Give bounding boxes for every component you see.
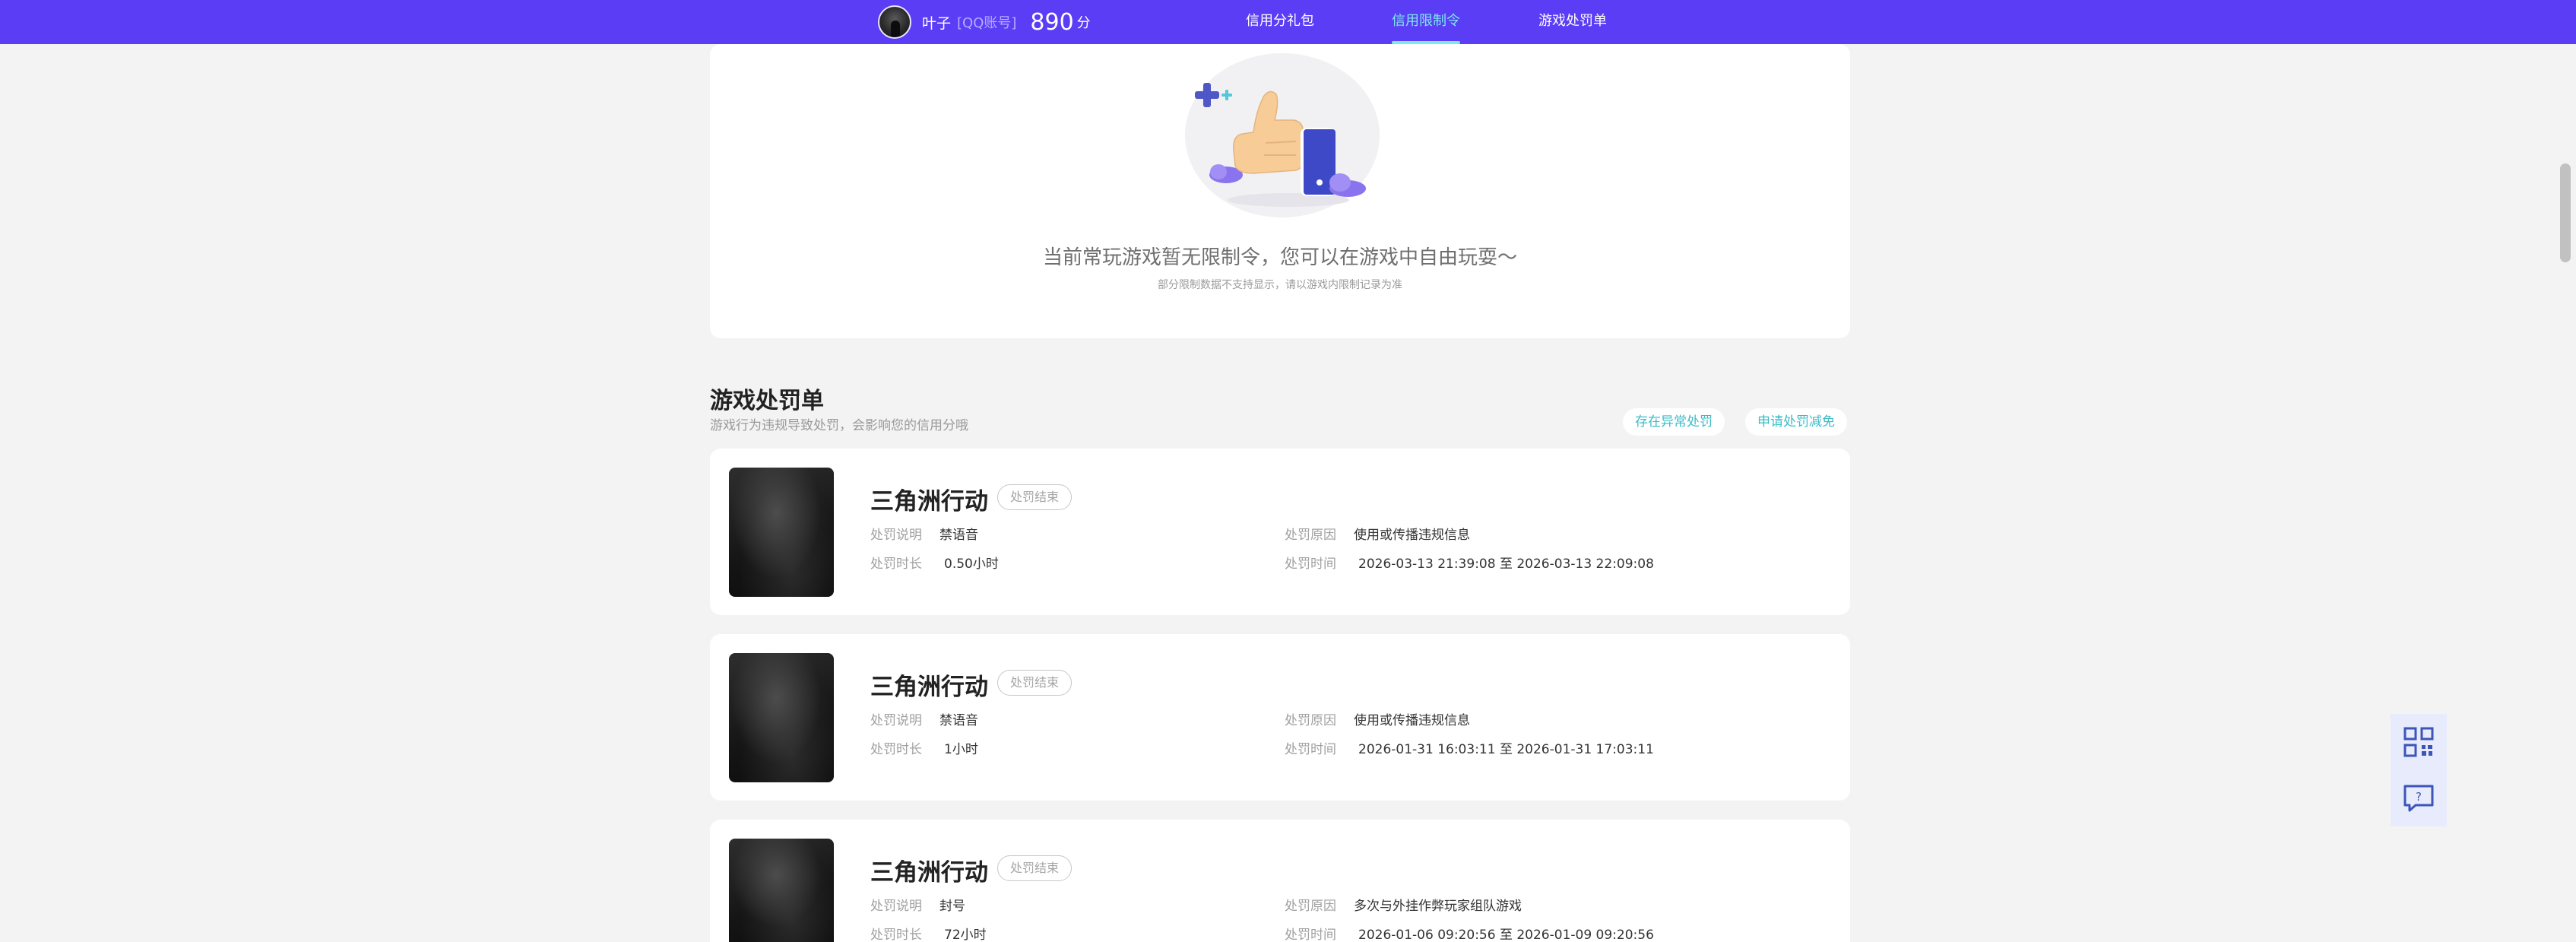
feedback-button[interactable]: ? bbox=[2391, 770, 2447, 826]
status-badge: 处罚结束 bbox=[997, 484, 1073, 510]
game-thumbnail bbox=[729, 468, 834, 597]
tab-game-penalty[interactable]: 游戏处罚单 bbox=[1538, 0, 1607, 44]
penalty-card[interactable]: 三角洲行动 处罚结束 处罚说明 封号 处罚时长 72小时 处罚原因 多次与外挂作… bbox=[710, 820, 1850, 942]
qr-code-icon bbox=[2403, 727, 2434, 757]
label-reason: 处罚原因 bbox=[1285, 528, 1336, 543]
section-title: 游戏处罚单 bbox=[710, 388, 824, 414]
value-time: 2026-01-31 16:03:11 至 2026-01-31 17:03:1… bbox=[1358, 742, 1654, 757]
game-name: 三角洲行动 bbox=[870, 674, 988, 701]
user-info: 叶子 [QQ账号] 890 分 bbox=[878, 5, 1091, 40]
empty-state-title: 当前常玩游戏暂无限制令，您可以在游戏中自由玩耍～ bbox=[1042, 246, 1517, 269]
tab-credit-gift[interactable]: 信用分礼包 bbox=[1246, 0, 1314, 44]
abnormal-penalty-button[interactable]: 存在异常处罚 bbox=[1623, 408, 1725, 436]
label-duration: 处罚时长 bbox=[870, 557, 922, 572]
label-description: 处罚说明 bbox=[870, 713, 922, 728]
label-description: 处罚说明 bbox=[870, 528, 922, 543]
user-account: [QQ账号] bbox=[957, 15, 1017, 31]
feedback-icon: ? bbox=[2403, 785, 2434, 812]
penalty-reduction-button[interactable]: 申请处罚减免 bbox=[1745, 408, 1847, 436]
value-description: 禁语音 bbox=[939, 528, 978, 543]
value-duration: 0.50小时 bbox=[944, 557, 999, 572]
label-reason: 处罚原因 bbox=[1285, 899, 1336, 914]
game-thumbnail bbox=[729, 653, 834, 782]
value-reason: 使用或传播违规信息 bbox=[1354, 713, 1470, 728]
scrollbar[interactable] bbox=[2560, 163, 2571, 262]
value-duration: 72小时 bbox=[944, 928, 987, 942]
penalty-card[interactable]: 三角洲行动 处罚结束 处罚说明 禁语音 处罚时长 0.50小时 处罚原因 使用或… bbox=[710, 449, 1850, 615]
label-duration: 处罚时长 bbox=[870, 928, 922, 942]
empty-state-subtitle: 部分限制数据不支持显示，请以游戏内限制记录为准 bbox=[1158, 279, 1402, 291]
qr-code-button[interactable] bbox=[2391, 714, 2447, 770]
value-reason: 使用或传播违规信息 bbox=[1354, 528, 1470, 543]
value-reason: 多次与外挂作弊玩家组队游戏 bbox=[1354, 899, 1522, 914]
label-reason: 处罚原因 bbox=[1285, 713, 1336, 728]
thumbs-up-illustration bbox=[1185, 53, 1380, 217]
user-name: 叶子 bbox=[922, 14, 952, 32]
value-description: 封号 bbox=[939, 899, 965, 914]
penalty-card[interactable]: 三角洲行动 处罚结束 处罚说明 禁语音 处罚时长 1小时 处罚原因 使用或传播违… bbox=[710, 634, 1850, 801]
game-thumbnail bbox=[729, 839, 834, 942]
value-time: 2026-03-13 21:39:08 至 2026-03-13 22:09:0… bbox=[1358, 557, 1654, 572]
status-badge: 处罚结束 bbox=[997, 670, 1073, 696]
label-time: 处罚时间 bbox=[1285, 742, 1336, 757]
avatar[interactable] bbox=[878, 5, 911, 39]
status-badge: 处罚结束 bbox=[997, 855, 1073, 881]
label-duration: 处罚时长 bbox=[870, 742, 922, 757]
value-description: 禁语音 bbox=[939, 713, 978, 728]
value-duration: 1小时 bbox=[944, 742, 978, 757]
credit-score-unit: 分 bbox=[1076, 15, 1091, 31]
top-nav-bar: 叶子 [QQ账号] 890 分 信用分礼包 信用限制令 游戏处罚单 bbox=[0, 0, 2576, 44]
tab-credit-restriction[interactable]: 信用限制令 bbox=[1392, 0, 1460, 44]
section-subtitle: 游戏行为违规导致处罚，会影响您的信用分哦 bbox=[710, 418, 968, 433]
value-time: 2026-01-06 09:20:56 至 2026-01-09 09:20:5… bbox=[1358, 928, 1654, 942]
label-time: 处罚时间 bbox=[1285, 557, 1336, 572]
label-description: 处罚说明 bbox=[870, 899, 922, 914]
game-name: 三角洲行动 bbox=[870, 488, 988, 515]
label-time: 处罚时间 bbox=[1285, 928, 1336, 942]
credit-score: 890 bbox=[1030, 8, 1074, 36]
svg-text:?: ? bbox=[2416, 790, 2422, 804]
game-name: 三角洲行动 bbox=[870, 859, 988, 886]
